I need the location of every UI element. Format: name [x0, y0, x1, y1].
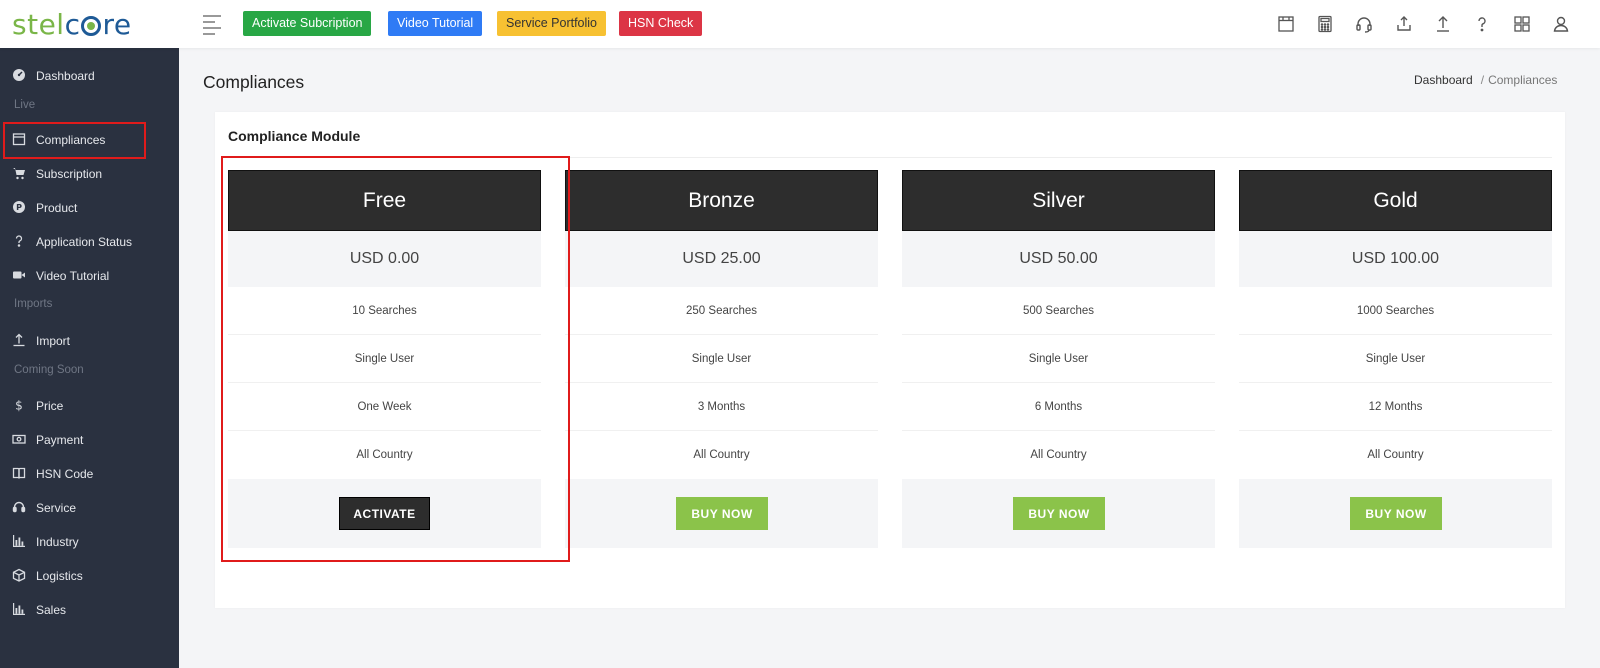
plan-feature: 6 Months — [902, 383, 1215, 431]
plan-feature: 500 Searches — [902, 287, 1215, 335]
calculator-icon[interactable] — [1315, 14, 1335, 34]
card-title: Compliance Module — [228, 128, 361, 144]
sidebar-item-label: Price — [36, 399, 64, 413]
video-icon — [12, 268, 26, 282]
breadcrumb-dashboard-link[interactable]: Dashboard — [1414, 73, 1473, 87]
sidebar-item-label: Application Status — [36, 235, 133, 249]
plan-feature: All Country — [693, 449, 750, 461]
product-icon: P — [12, 200, 26, 214]
headset-icon — [12, 500, 26, 514]
plan-feature: All Country — [1367, 449, 1424, 461]
sidebar-item-label: Subscription — [36, 167, 103, 181]
buy-now-button[interactable]: BUY NOW — [1350, 497, 1442, 530]
book-icon — [12, 466, 26, 480]
sidebar-item-sales[interactable]: Sales — [0, 595, 179, 625]
sidebar-section-imports: Imports — [14, 298, 53, 310]
question-icon — [12, 234, 26, 248]
sidebar-item-label: Product — [36, 201, 78, 215]
sidebar-item-label: Import — [36, 334, 71, 348]
stelcore-logo[interactable]: stelc re — [12, 8, 132, 41]
plan-feature: Single User — [1239, 335, 1552, 383]
upload-icon[interactable] — [1433, 14, 1453, 34]
plan-price: USD 50.00 — [902, 231, 1215, 287]
bar-chart-icon — [12, 602, 26, 616]
highlight-box-compliances — [3, 122, 146, 159]
service-portfolio-button[interactable]: Service Portfolio — [497, 11, 607, 36]
svg-text:$: $ — [15, 399, 23, 413]
plan-card-gold: Gold USD 100.00 1000 Searches Single Use… — [1239, 170, 1552, 548]
sidebar-item-product[interactable]: P Product — [0, 193, 179, 223]
box-icon — [12, 568, 26, 582]
sidebar: Dashboard Live Compliances Subscription … — [0, 48, 179, 668]
hsn-check-button[interactable]: HSN Check — [619, 11, 703, 36]
sidebar-item-import[interactable]: Import — [0, 326, 179, 356]
svg-text:P: P — [16, 203, 22, 212]
plan-footer: BUY NOW — [565, 479, 878, 548]
sidebar-item-label: HSN Code — [36, 467, 94, 481]
plan-name: Bronze — [565, 170, 878, 231]
sidebar-item-video-tutorial[interactable]: Video Tutorial — [0, 261, 179, 291]
share-icon[interactable] — [1394, 14, 1414, 34]
logo-text-part3: re — [102, 8, 132, 41]
sidebar-item-logistics[interactable]: Logistics — [0, 561, 179, 591]
sidebar-item-price[interactable]: $ Price — [0, 391, 179, 421]
activate-subscription-button[interactable]: Activate Subcription — [243, 11, 372, 36]
plan-name: Gold — [1239, 170, 1552, 231]
page-title: Compliances — [203, 72, 305, 92]
plan-feature: Single User — [565, 335, 878, 383]
buy-now-button[interactable]: BUY NOW — [1013, 497, 1105, 530]
dashboard-icon — [12, 68, 26, 82]
plan-feature: 1000 Searches — [1239, 287, 1552, 335]
dollar-icon: $ — [12, 398, 26, 413]
sidebar-item-subscription[interactable]: Subscription — [0, 159, 179, 189]
sidebar-section-live: Live — [14, 99, 36, 111]
plan-price: USD 100.00 — [1239, 231, 1552, 287]
payment-icon — [12, 432, 26, 446]
sidebar-item-label: Dashboard — [36, 69, 95, 83]
sidebar-item-label: Sales — [36, 603, 67, 617]
logo-text-part1: stel — [12, 8, 65, 41]
breadcrumb: Dashboard / Compliances — [1414, 73, 1557, 87]
sidebar-item-application-status[interactable]: Application Status — [0, 227, 179, 257]
plan-feature: 3 Months — [565, 383, 878, 431]
plan-feature: Single User — [902, 335, 1215, 383]
topbar: stelc re Activate Subcription Video Tutor… — [0, 0, 1600, 48]
plan-feature: All Country — [1030, 449, 1087, 461]
breadcrumb-current: Compliances — [1488, 73, 1558, 87]
plan-footer: BUY NOW — [902, 479, 1215, 548]
sidebar-item-service[interactable]: Service — [0, 493, 179, 523]
video-tutorial-button[interactable]: Video Tutorial — [388, 11, 483, 36]
sidebar-item-label: Payment — [36, 433, 84, 447]
plan-card-bronze: Bronze USD 25.00 250 Searches Single Use… — [565, 170, 878, 548]
menu-toggle-icon[interactable] — [203, 15, 221, 35]
plan-price: USD 25.00 — [565, 231, 878, 287]
sidebar-item-label: Video Tutorial — [36, 269, 110, 283]
plan-name: Silver — [902, 170, 1215, 231]
highlight-box-free-plan — [221, 156, 570, 562]
notebook-icon[interactable] — [1276, 14, 1296, 34]
help-icon[interactable] — [1472, 14, 1492, 34]
sidebar-item-label: Service — [36, 501, 77, 515]
breadcrumb-separator: / — [1480, 73, 1485, 87]
sidebar-item-label: Logistics — [36, 569, 83, 583]
bar-chart-icon — [12, 534, 26, 548]
logo-o-icon — [81, 16, 102, 36]
sidebar-item-hsn-code[interactable]: HSN Code — [0, 459, 179, 489]
sidebar-item-payment[interactable]: Payment — [0, 425, 179, 455]
upload-icon — [12, 333, 26, 347]
sidebar-item-label: Industry — [36, 535, 79, 549]
sidebar-item-industry[interactable]: Industry — [0, 527, 179, 557]
plan-feature: 250 Searches — [565, 287, 878, 335]
plan-footer: BUY NOW — [1239, 479, 1552, 548]
headset-icon[interactable] — [1354, 14, 1374, 34]
plan-feature: 12 Months — [1239, 383, 1552, 431]
plan-card-silver: Silver USD 50.00 500 Searches Single Use… — [902, 170, 1215, 548]
sidebar-item-dashboard[interactable]: Dashboard — [0, 61, 179, 91]
user-icon[interactable] — [1551, 14, 1571, 34]
buy-now-button[interactable]: BUY NOW — [676, 497, 768, 530]
logo-text-part2: c — [64, 8, 81, 41]
cart-icon — [12, 166, 26, 180]
apps-grid-icon[interactable] — [1512, 14, 1532, 34]
sidebar-section-coming-soon: Coming Soon — [14, 364, 84, 376]
